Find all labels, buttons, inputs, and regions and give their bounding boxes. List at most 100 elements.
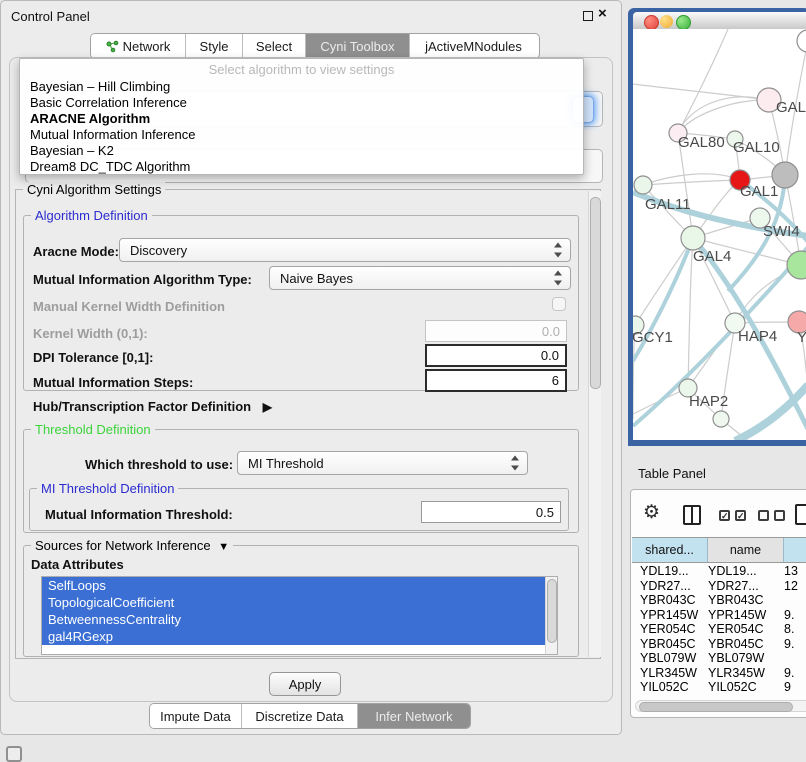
column-header-name[interactable]: name bbox=[708, 538, 784, 562]
table-row[interactable]: YPR145WYPR145W9. bbox=[632, 608, 806, 623]
node-label: GAL80 bbox=[678, 134, 725, 151]
float-window-icon[interactable] bbox=[583, 11, 593, 21]
table-header-row: shared... name bbox=[632, 537, 806, 563]
table-hscrollbar-thumb[interactable] bbox=[639, 702, 793, 712]
list-scrollbar-thumb[interactable] bbox=[547, 579, 557, 643]
table-row[interactable]: YBR045CYBR045C9. bbox=[632, 637, 806, 652]
close-icon[interactable]: × bbox=[598, 5, 607, 22]
node-label: SWI4 bbox=[763, 223, 800, 240]
node-gal11[interactable] bbox=[634, 176, 652, 194]
close-traffic-light[interactable] bbox=[644, 15, 659, 30]
tab-select[interactable]: Select bbox=[243, 34, 306, 58]
list-item[interactable]: SelfLoops bbox=[42, 577, 547, 594]
node[interactable] bbox=[713, 411, 729, 427]
mi-steps-label: Mutual Information Steps: bbox=[33, 375, 193, 390]
settings-scrollbar-thumb[interactable] bbox=[590, 197, 601, 389]
network-canvas[interactable]: GAL GAL80 GAL10 GAL1 GAL11 GAL4 SWI4 GCY… bbox=[633, 29, 806, 440]
node-label: GAL10 bbox=[733, 139, 780, 156]
settings-scrollbar[interactable] bbox=[588, 191, 601, 657]
bottom-tabbar: Impute Data Discretize Data Infer Networ… bbox=[149, 703, 471, 729]
node-label: GAL11 bbox=[645, 196, 691, 213]
node-green[interactable] bbox=[787, 251, 806, 279]
dpi-tolerance-field[interactable]: 0.0 bbox=[425, 344, 567, 367]
tab-network-label: Network bbox=[123, 39, 171, 54]
manual-kernel-label: Manual Kernel Width Definition bbox=[33, 299, 225, 314]
data-attributes-list: SelfLoops TopologicalCoefficient Between… bbox=[41, 576, 558, 655]
kernel-width-field[interactable]: 0.0 bbox=[425, 320, 567, 342]
mi-threshold-field[interactable]: 0.5 bbox=[421, 501, 561, 523]
tab-style[interactable]: Style bbox=[186, 34, 243, 58]
apply-button[interactable]: Apply bbox=[269, 672, 341, 696]
list-item[interactable]: gal4RGexp bbox=[42, 628, 547, 645]
dropdown-item-selected[interactable]: ARACNE Algorithm bbox=[30, 111, 150, 126]
table-row[interactable]: YER054CYER054C8. bbox=[632, 622, 806, 637]
threshold-definition-title: Threshold Definition bbox=[31, 422, 155, 437]
node-gal4[interactable] bbox=[681, 226, 705, 250]
tab-jactivemnodules[interactable]: jActiveMNodules bbox=[410, 34, 537, 58]
list-item[interactable]: TopologicalCoefficient bbox=[42, 594, 547, 611]
algorithm-definition-title: Algorithm Definition bbox=[31, 208, 152, 223]
control-panel-tabbar: Network Style Select Cyni Toolbox jActiv… bbox=[90, 33, 540, 59]
table-panel-title: Table Panel bbox=[638, 466, 706, 481]
mi-threshold-title: MI Threshold Definition bbox=[37, 481, 178, 496]
table-row[interactable]: YDR27...YDR27...12 bbox=[632, 579, 806, 594]
network-view-window: GAL GAL80 GAL10 GAL1 GAL11 GAL4 SWI4 GCY… bbox=[628, 8, 806, 446]
tab-network[interactable]: Network bbox=[91, 34, 186, 58]
table-row[interactable]: YDL19...YDL19...13 bbox=[632, 564, 806, 579]
minimize-traffic-light[interactable] bbox=[660, 15, 673, 28]
node-label: GAL1 bbox=[740, 183, 778, 200]
select-all-columns-icon[interactable]: ✓ ✓ bbox=[719, 510, 746, 521]
node-label: GAL bbox=[776, 99, 806, 116]
sources-title-toggle[interactable]: Sources for Network Inference ▼ bbox=[31, 538, 233, 553]
table-row[interactable]: YLR345WYLR345W9. bbox=[632, 666, 806, 681]
table-panel: ⚙ ✓ ✓ shared... name YDL19...YDL19...13 … bbox=[630, 489, 806, 718]
manual-kernel-checkbox[interactable] bbox=[552, 297, 566, 311]
tab-infer-network[interactable]: Infer Network bbox=[358, 704, 470, 728]
dropdown-item[interactable]: Basic Correlation Inference bbox=[30, 95, 187, 110]
kernel-width-label: Kernel Width (0,1): bbox=[33, 326, 148, 341]
list-scrollbar[interactable] bbox=[545, 577, 557, 655]
control-panel-window: Control Panel × Network Style Select Cyn… bbox=[0, 0, 622, 735]
mi-type-label: Mutual Information Algorithm Type: bbox=[33, 272, 252, 287]
list-item[interactable]: BetweennessCentrality bbox=[42, 611, 547, 628]
table-row[interactable]: YBL079WYBL079W bbox=[632, 651, 806, 666]
split-columns-icon[interactable] bbox=[683, 505, 701, 525]
hub-definition-toggle[interactable]: Hub/Transcription Factor Definition ▶ bbox=[33, 399, 272, 414]
network-window-titlebar[interactable] bbox=[633, 12, 806, 30]
dpi-tolerance-label: DPI Tolerance [0,1]: bbox=[33, 350, 153, 365]
arrow-right-icon: ▶ bbox=[263, 400, 272, 414]
tab-cyni-toolbox[interactable]: Cyni Toolbox bbox=[306, 34, 410, 58]
network-icon bbox=[106, 40, 119, 53]
table-row[interactable]: YIL052CYIL052C9 bbox=[632, 680, 806, 692]
which-threshold-label: Which threshold to use: bbox=[85, 457, 233, 472]
node-label: HAP2 bbox=[689, 393, 728, 410]
table-body: YDL19...YDL19...13 YDR27...YDR27...12 YB… bbox=[632, 564, 806, 692]
arrow-down-icon: ▼ bbox=[218, 541, 229, 553]
mi-type-combo[interactable]: Naive Bayes bbox=[269, 266, 571, 290]
combo-stepper-icon bbox=[554, 243, 563, 258]
table-row[interactable]: YBR043CYBR043C bbox=[632, 593, 806, 608]
dropdown-item[interactable]: Bayesian – K2 bbox=[30, 143, 114, 158]
aracne-mode-combo[interactable]: Discovery bbox=[119, 238, 571, 262]
control-panel-title: Control Panel bbox=[11, 9, 90, 24]
which-threshold-combo[interactable]: MI Threshold bbox=[237, 451, 528, 475]
tab-impute-data[interactable]: Impute Data bbox=[150, 704, 242, 728]
deselect-all-columns-icon[interactable] bbox=[758, 510, 785, 521]
dropdown-item[interactable]: Mutual Information Inference bbox=[30, 127, 195, 142]
export-table-icon[interactable] bbox=[795, 504, 806, 525]
dropdown-item[interactable]: Dream8 DC_TDC Algorithm bbox=[30, 159, 190, 174]
aracne-mode-label: Aracne Mode: bbox=[33, 244, 119, 259]
screen: Control Panel × Network Style Select Cyn… bbox=[0, 0, 806, 762]
node-label: Y bbox=[797, 329, 806, 346]
mi-steps-field[interactable]: 6 bbox=[425, 369, 567, 392]
column-header-partial[interactable] bbox=[784, 538, 806, 562]
node[interactable] bbox=[797, 30, 806, 52]
tab-discretize-data[interactable]: Discretize Data bbox=[242, 704, 358, 728]
gear-icon[interactable]: ⚙ bbox=[643, 501, 660, 524]
zoom-traffic-light[interactable] bbox=[676, 15, 691, 30]
float-panel-icon[interactable] bbox=[6, 746, 22, 762]
table-hscrollbar[interactable] bbox=[635, 700, 806, 712]
column-header-shared-name[interactable]: shared... bbox=[632, 538, 708, 562]
dropdown-item[interactable]: Bayesian – Hill Climbing bbox=[30, 79, 170, 94]
node-label: HAP4 bbox=[738, 328, 777, 345]
